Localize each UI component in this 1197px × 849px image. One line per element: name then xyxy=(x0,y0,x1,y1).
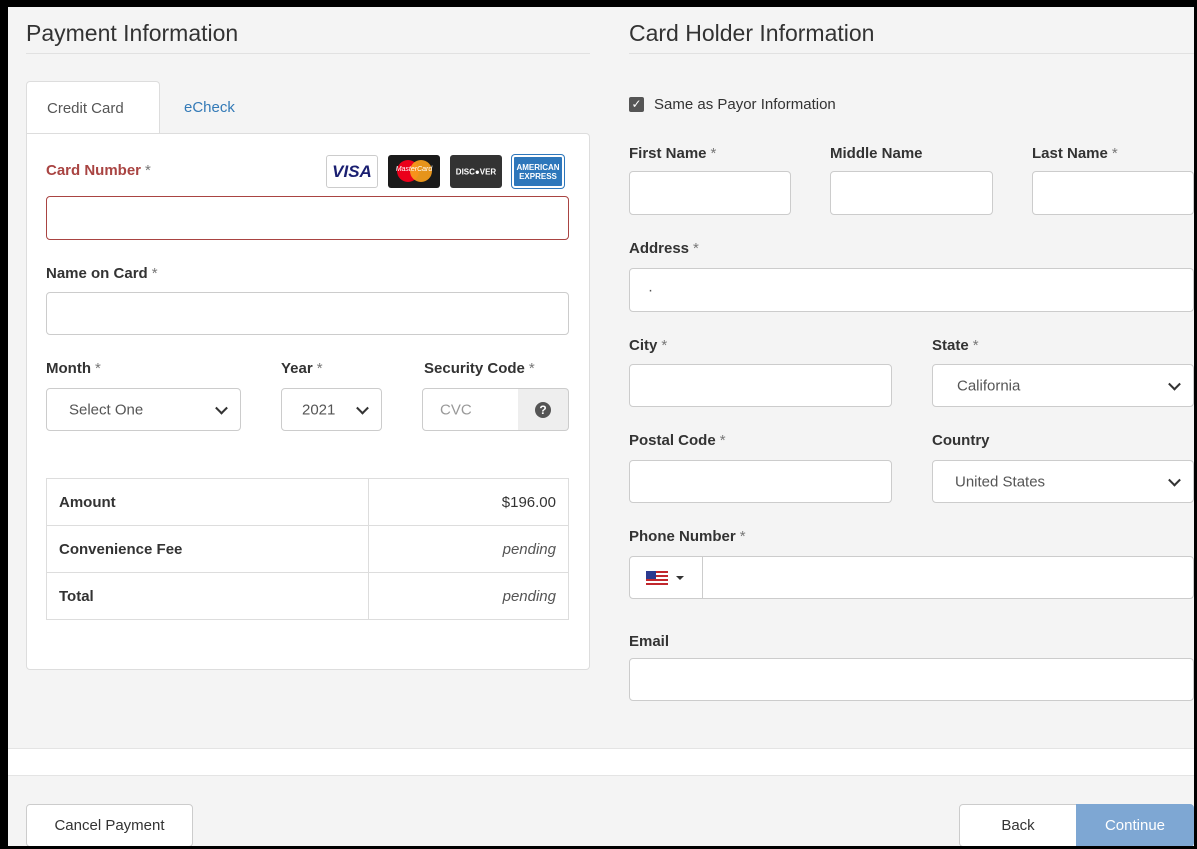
table-row: Total pending xyxy=(46,572,569,620)
amex-logo-icon: AMERICAN EXPRESS xyxy=(512,155,564,188)
month-select-value: Select One xyxy=(69,401,144,418)
holder-title-divider xyxy=(629,53,1194,54)
address-label: Address * xyxy=(629,240,699,257)
summary-total-label: Total xyxy=(46,572,369,620)
table-row: Convenience Fee pending xyxy=(46,525,569,573)
email-input[interactable] xyxy=(629,658,1194,701)
screen-frame-left xyxy=(0,0,8,849)
state-label: State * xyxy=(932,337,979,354)
year-select[interactable]: 2021 xyxy=(281,388,382,431)
postal-code-input[interactable] xyxy=(629,460,892,503)
last-name-input[interactable] xyxy=(1032,171,1194,215)
summary-fee-label: Convenience Fee xyxy=(46,525,369,573)
chevron-down-icon xyxy=(356,401,369,415)
address-input[interactable]: · xyxy=(629,268,1194,312)
address-input-value: · xyxy=(648,281,653,299)
security-code-input[interactable]: CVC xyxy=(422,388,519,431)
summary-amount-value: $196.00 xyxy=(368,478,569,526)
summary-fee-value: pending xyxy=(368,525,569,573)
us-flag-icon xyxy=(646,571,668,585)
email-label: Email xyxy=(629,633,670,650)
screen-frame-top xyxy=(0,0,1197,7)
discover-logo-icon: DISC●VER xyxy=(450,155,502,188)
summary-amount-label: Amount xyxy=(46,478,369,526)
city-label: City * xyxy=(629,337,668,354)
security-code-label: Security Code * xyxy=(424,360,535,377)
chevron-down-icon xyxy=(1168,473,1181,487)
middle-name-input[interactable] xyxy=(830,171,993,215)
chevron-down-icon xyxy=(1168,377,1181,391)
state-select[interactable]: California xyxy=(932,364,1194,407)
payment-section-title: Payment Information xyxy=(26,20,239,46)
table-row: Amount $196.00 xyxy=(46,478,569,526)
chevron-down-icon xyxy=(215,401,228,415)
year-label: Year * xyxy=(281,360,323,377)
phone-country-dropdown[interactable] xyxy=(629,556,703,599)
last-name-label: Last Name * xyxy=(1032,145,1118,162)
same-as-payor-checkbox[interactable]: ✓ xyxy=(629,97,644,112)
card-holder-section-title: Card Holder Information xyxy=(629,20,875,46)
cancel-payment-button[interactable]: Cancel Payment xyxy=(26,804,193,847)
same-as-payor-label: Same as Payor Information xyxy=(654,96,836,113)
back-button[interactable]: Back xyxy=(959,804,1077,847)
visa-logo-icon: VISA xyxy=(326,155,378,188)
caret-down-icon xyxy=(676,576,684,580)
tab-echeck[interactable]: eCheck xyxy=(164,81,255,134)
middle-name-label: Middle Name xyxy=(830,145,923,162)
year-select-value: 2021 xyxy=(302,401,336,418)
city-input[interactable] xyxy=(629,364,892,407)
postal-code-label: Postal Code * xyxy=(629,432,726,449)
card-number-input[interactable] xyxy=(46,196,569,240)
footer-divider-band xyxy=(8,748,1194,776)
name-on-card-label: Name on Card * xyxy=(46,265,158,282)
name-on-card-input[interactable] xyxy=(46,292,569,335)
mastercard-logo-icon: MasterCard xyxy=(388,155,440,188)
month-label: Month * xyxy=(46,360,101,377)
country-select[interactable]: United States xyxy=(932,460,1194,503)
tab-credit-card[interactable]: Credit Card xyxy=(26,81,160,134)
question-circle-icon: ? xyxy=(535,401,551,418)
state-select-value: California xyxy=(957,377,1021,394)
country-label: Country xyxy=(932,432,990,449)
phone-number-label: Phone Number * xyxy=(629,528,746,545)
first-name-input[interactable] xyxy=(629,171,791,215)
phone-number-input[interactable] xyxy=(702,556,1194,599)
security-code-help-addon[interactable]: ? xyxy=(518,388,569,431)
continue-button[interactable]: Continue xyxy=(1076,804,1194,847)
payment-summary-table: Amount $196.00 Convenience Fee pending T… xyxy=(46,478,569,620)
month-select[interactable]: Select One xyxy=(46,388,241,431)
first-name-label: First Name * xyxy=(629,145,717,162)
country-select-value: United States xyxy=(955,473,1046,490)
summary-total-value: pending xyxy=(368,572,569,620)
payment-title-divider xyxy=(26,53,590,54)
security-code-placeholder: CVC xyxy=(440,401,472,418)
card-number-label: Card Number * xyxy=(46,162,151,179)
